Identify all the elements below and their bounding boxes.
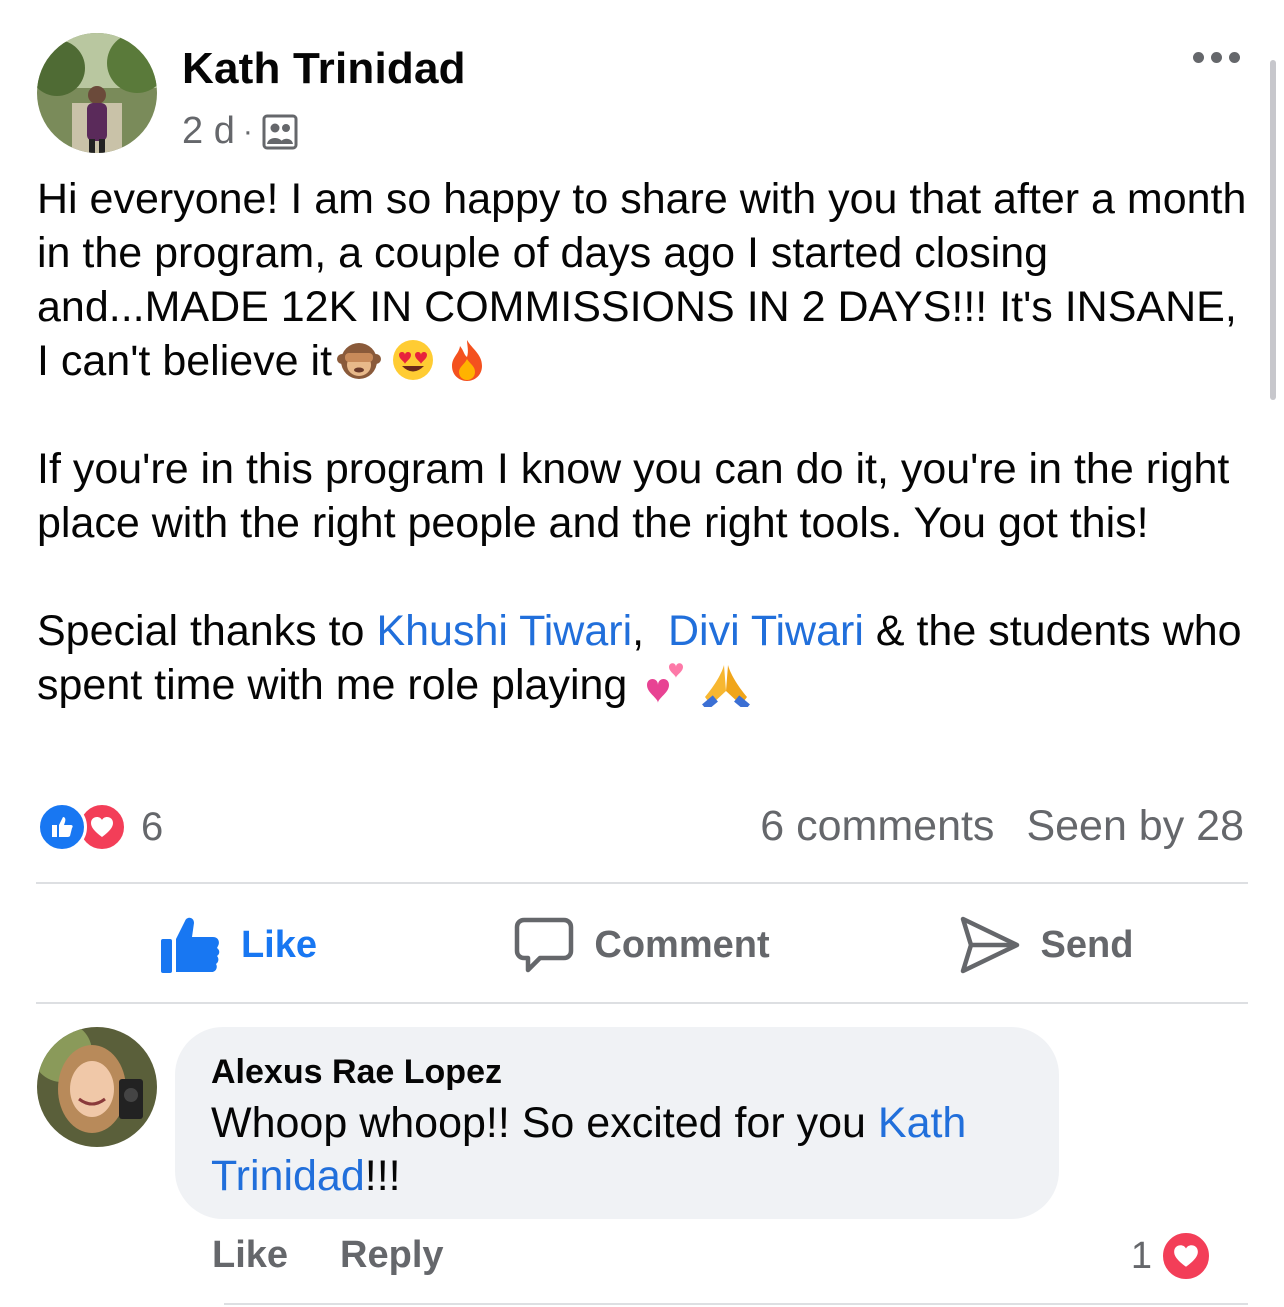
folded-hands-icon	[697, 661, 751, 711]
more-options-icon[interactable]	[1193, 52, 1240, 63]
like-button[interactable]: Like	[36, 900, 440, 990]
comment-text: Whoop whoop!! So excited for you Kath Tr…	[211, 1099, 967, 1200]
author-avatar[interactable]	[37, 33, 157, 153]
comment-reactions[interactable]: 1	[1131, 1230, 1212, 1282]
comment-button[interactable]: Comment	[440, 900, 844, 990]
comment-actions: Like Reply	[212, 1234, 444, 1277]
mention-khushi-tiwari[interactable]: Khushi Tiwari	[376, 607, 632, 655]
post-stats: 6 comments Seen by 28	[760, 802, 1244, 851]
post-paragraph-3: Special thanks to Khushi Tiwari, Divi Ti…	[37, 607, 1242, 711]
meta-separator: ·	[242, 114, 253, 148]
comments-count[interactable]: 6 comments	[760, 802, 994, 851]
seen-by-count[interactable]: Seen by 28	[1026, 802, 1244, 851]
divider	[36, 882, 1248, 884]
send-label: Send	[1040, 923, 1134, 966]
send-button[interactable]: Send	[844, 900, 1248, 990]
love-reaction-icon	[1160, 1230, 1212, 1282]
scrollbar[interactable]	[1270, 60, 1276, 400]
comment-bubble-icon	[514, 916, 574, 974]
commenter-avatar[interactable]	[37, 1027, 157, 1147]
reactions-summary[interactable]: 6	[37, 802, 163, 852]
like-reaction-icon	[37, 802, 87, 852]
group-members-icon[interactable]	[261, 113, 299, 151]
comment-bubble[interactable]: Alexus Rae Lopez Whoop whoop!! So excite…	[175, 1027, 1059, 1219]
post-paragraph-1: Hi everyone! I am so happy to share with…	[37, 175, 1247, 385]
post-meta: 2 d ·	[182, 110, 299, 153]
send-arrow-icon	[959, 915, 1021, 975]
comment-like-button[interactable]: Like	[212, 1234, 288, 1277]
post-timestamp[interactable]: 2 d	[182, 110, 235, 153]
like-label: Like	[240, 923, 318, 966]
thumbs-up-icon	[159, 915, 221, 975]
post-paragraph-2: If you're in this program I know you can…	[37, 445, 1230, 547]
post-body: Hi everyone! I am so happy to share with…	[37, 172, 1252, 712]
mention-divi-tiwari[interactable]: Divi Tiwari	[668, 607, 864, 655]
heart-eyes-icon	[390, 337, 436, 383]
see-no-evil-monkey-icon	[336, 337, 382, 383]
reaction-count: 6	[141, 804, 164, 849]
comment-reaction-count: 1	[1130, 1234, 1152, 1277]
divider	[224, 1303, 1248, 1305]
divider	[36, 1002, 1248, 1004]
fire-icon	[444, 337, 490, 383]
post-author-name[interactable]: Kath Trinidad	[182, 44, 466, 94]
two-hearts-icon	[643, 661, 689, 707]
commenter-name[interactable]: Alexus Rae Lopez	[211, 1051, 1023, 1093]
comment-label: Comment	[594, 923, 770, 966]
post-action-bar: Like Comment Send	[36, 900, 1248, 990]
comment-reply-button[interactable]: Reply	[340, 1234, 443, 1277]
